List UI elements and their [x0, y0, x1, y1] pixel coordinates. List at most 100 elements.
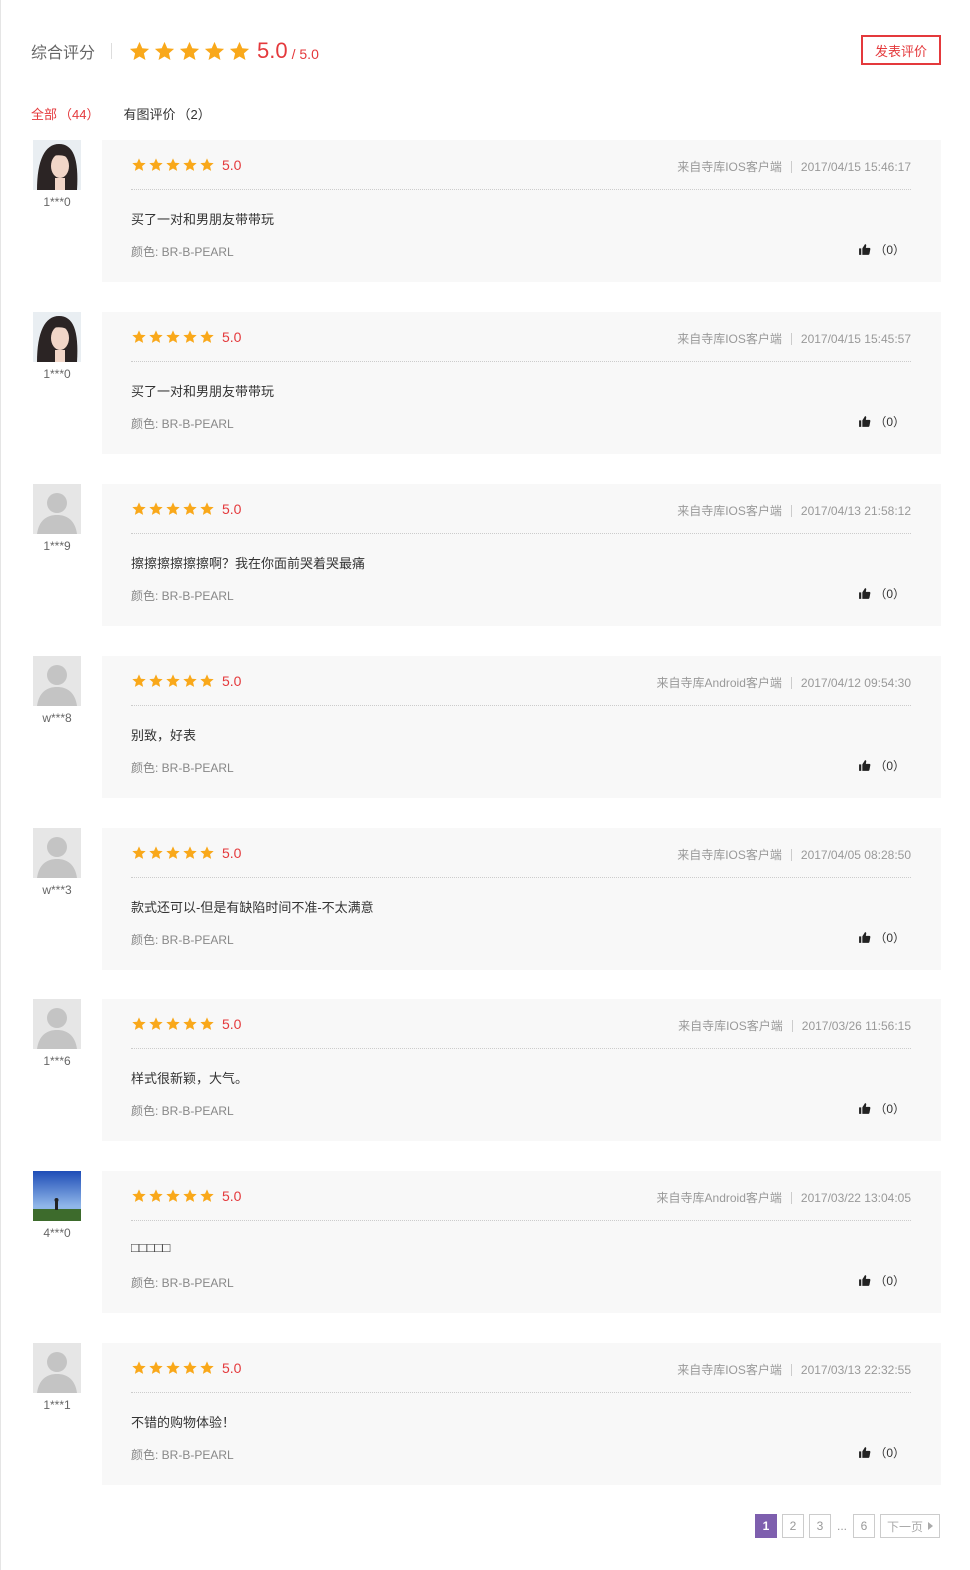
- divider: [131, 1392, 911, 1393]
- reviewer-name: 4***0: [43, 1226, 71, 1240]
- thumbs-up-icon: [859, 1103, 871, 1114]
- review-attribute: 颜色: BR-B-PEARL: [131, 1104, 234, 1118]
- review-meta: 来自寺库IOS客户端 2017/04/15 15:45:57: [677, 330, 911, 347]
- review-meta: 来自寺库IOS客户端 2017/03/26 11:56:15: [678, 1017, 911, 1034]
- like-button[interactable]: （0）: [858, 757, 905, 774]
- review-time: 2017/04/15 15:46:17: [800, 159, 911, 174]
- tab-count: （44）: [59, 107, 100, 122]
- default-avatar-icon: [33, 484, 81, 534]
- review-item: 4***0 5.0 来自寺库Android客户端 2017/03/22 13:04:0…: [31, 1171, 941, 1313]
- like-button[interactable]: （0）: [858, 1444, 905, 1461]
- tab-with-images[interactable]: 有图评价 （2）: [123, 104, 210, 123]
- review-card: 5.0 来自寺库Android客户端 2017/04/12 09:54:30 别致，好…: [102, 656, 941, 798]
- reviewer-name: w***3: [42, 883, 72, 897]
- like-button[interactable]: （0）: [858, 413, 905, 430]
- review-card: 5.0 来自寺库IOS客户端 2017/04/05 08:28:50 款式还可以-但是…: [102, 828, 941, 970]
- review-rating: 5.0: [131, 501, 241, 517]
- review-content: 擦擦擦擦擦擦啊？我在你面前哭着哭最痛: [131, 556, 366, 571]
- review-score: 5.0: [222, 1360, 242, 1376]
- star-icon: [200, 1017, 214, 1030]
- divider: [131, 877, 911, 878]
- review-meta: 来自寺库IOS客户端 2017/03/13 22:32:55: [677, 1361, 911, 1378]
- review-rating: 5.0: [131, 157, 241, 173]
- review-card: 5.0 来自寺库Android客户端 2017/03/22 13:04:05 □□□□…: [102, 1171, 941, 1313]
- star-icon: [204, 41, 225, 60]
- next-page-label: 下一页: [886, 1519, 923, 1534]
- review-content: 款式还可以-但是有缺陷时间不准-不太满意: [131, 900, 374, 915]
- star-icon: [166, 502, 180, 515]
- review-item: 1***0 5.0 来自寺库IOS客户端 2017/04/15 15:45:57 买了一…: [31, 312, 941, 454]
- page-last-button[interactable]: 6: [853, 1514, 875, 1538]
- summary-label: 综合评分: [31, 45, 96, 62]
- divider: [131, 533, 911, 534]
- divider: [790, 848, 792, 861]
- star-icon: [200, 674, 214, 687]
- write-review-button[interactable]: 发表评价: [861, 35, 941, 65]
- star-icon: [132, 502, 146, 515]
- thumbs-up-icon: [859, 1447, 871, 1458]
- like-count: （0）: [874, 415, 905, 429]
- review-time: 2017/04/13 21:58:12: [800, 503, 911, 518]
- star-icon: [183, 1361, 197, 1374]
- page-1-button[interactable]: 1: [755, 1514, 777, 1538]
- star-icon: [166, 1189, 180, 1202]
- pagination: 1 2 3 ... 6 下一页: [755, 1514, 940, 1538]
- avatar: [33, 1171, 81, 1221]
- chevron-right-icon: [928, 1522, 933, 1530]
- star-icon: [166, 1017, 180, 1030]
- reviewer-name: 1***6: [43, 1054, 71, 1068]
- thumbs-up-icon: [859, 416, 871, 427]
- reviewer-name: 1***0: [43, 367, 71, 381]
- reviews-panel: 综合评分 5.0 / 5.0 发表评价 全部 （44） 有图评价 （2） 1***0…: [0, 0, 970, 1570]
- like-button[interactable]: （0）: [858, 929, 905, 946]
- page-3-button[interactable]: 3: [809, 1514, 831, 1538]
- avatar: [33, 656, 81, 706]
- review-score: 5.0: [222, 673, 242, 689]
- review-meta: 来自寺库IOS客户端 2017/04/15 15:46:17: [677, 158, 911, 175]
- thumbs-up-icon: [859, 760, 871, 771]
- divider: [131, 189, 911, 190]
- review-time: 2017/03/26 11:56:15: [801, 1018, 911, 1033]
- rating-summary: 综合评分 5.0 / 5.0: [31, 36, 319, 66]
- like-button[interactable]: （0）: [858, 241, 905, 258]
- avatar: [33, 999, 81, 1049]
- next-page-button[interactable]: 下一页: [880, 1514, 940, 1538]
- star-icon: [132, 846, 146, 859]
- reviewer-name: w***8: [42, 711, 72, 725]
- review-attribute: 颜色: BR-B-PEARL: [131, 933, 234, 947]
- like-button[interactable]: （0）: [858, 1100, 905, 1117]
- like-count: （0）: [874, 587, 905, 601]
- divider: [131, 705, 911, 706]
- tab-all[interactable]: 全部 （44）: [31, 104, 99, 123]
- like-button[interactable]: （0）: [858, 585, 905, 602]
- divider: [790, 676, 792, 689]
- review-rating: 5.0: [131, 1360, 241, 1376]
- default-avatar-icon: [33, 1343, 81, 1393]
- star-icon: [132, 158, 146, 171]
- star-icon: [129, 41, 150, 60]
- review-source: 来自寺库Android客户端: [656, 1191, 782, 1205]
- page-2-button[interactable]: 2: [782, 1514, 804, 1538]
- star-icon: [200, 846, 214, 859]
- review-time: 2017/04/12 09:54:30: [800, 675, 911, 690]
- review-rating: 5.0: [131, 329, 241, 345]
- review-rating: 5.0: [131, 845, 241, 861]
- default-avatar-icon: [33, 828, 81, 878]
- user-photo: [33, 1171, 81, 1221]
- review-attribute: 颜色: BR-B-PEARL: [131, 1448, 234, 1462]
- review-item: 1***6 5.0 来自寺库IOS客户端 2017/03/26 11:56:15 样式很…: [31, 999, 941, 1141]
- star-icon: [149, 1189, 163, 1202]
- review-meta: 来自寺库IOS客户端 2017/04/13 21:58:12: [677, 502, 911, 519]
- review-card: 5.0 来自寺库IOS客户端 2017/03/26 11:56:15 样式很新颖，大气…: [102, 999, 941, 1141]
- avatar: [33, 312, 81, 362]
- review-content: □□□□□: [131, 1240, 171, 1255]
- star-icon: [149, 502, 163, 515]
- review-content: 样式很新颖，大气。: [131, 1071, 249, 1086]
- divider: [790, 1191, 792, 1204]
- star-icon: [183, 502, 197, 515]
- tab-label: 有图评价: [123, 107, 176, 122]
- default-avatar-icon: [33, 999, 81, 1049]
- star-icon: [183, 674, 197, 687]
- star-icon: [149, 1017, 163, 1030]
- like-button[interactable]: （0）: [858, 1272, 905, 1289]
